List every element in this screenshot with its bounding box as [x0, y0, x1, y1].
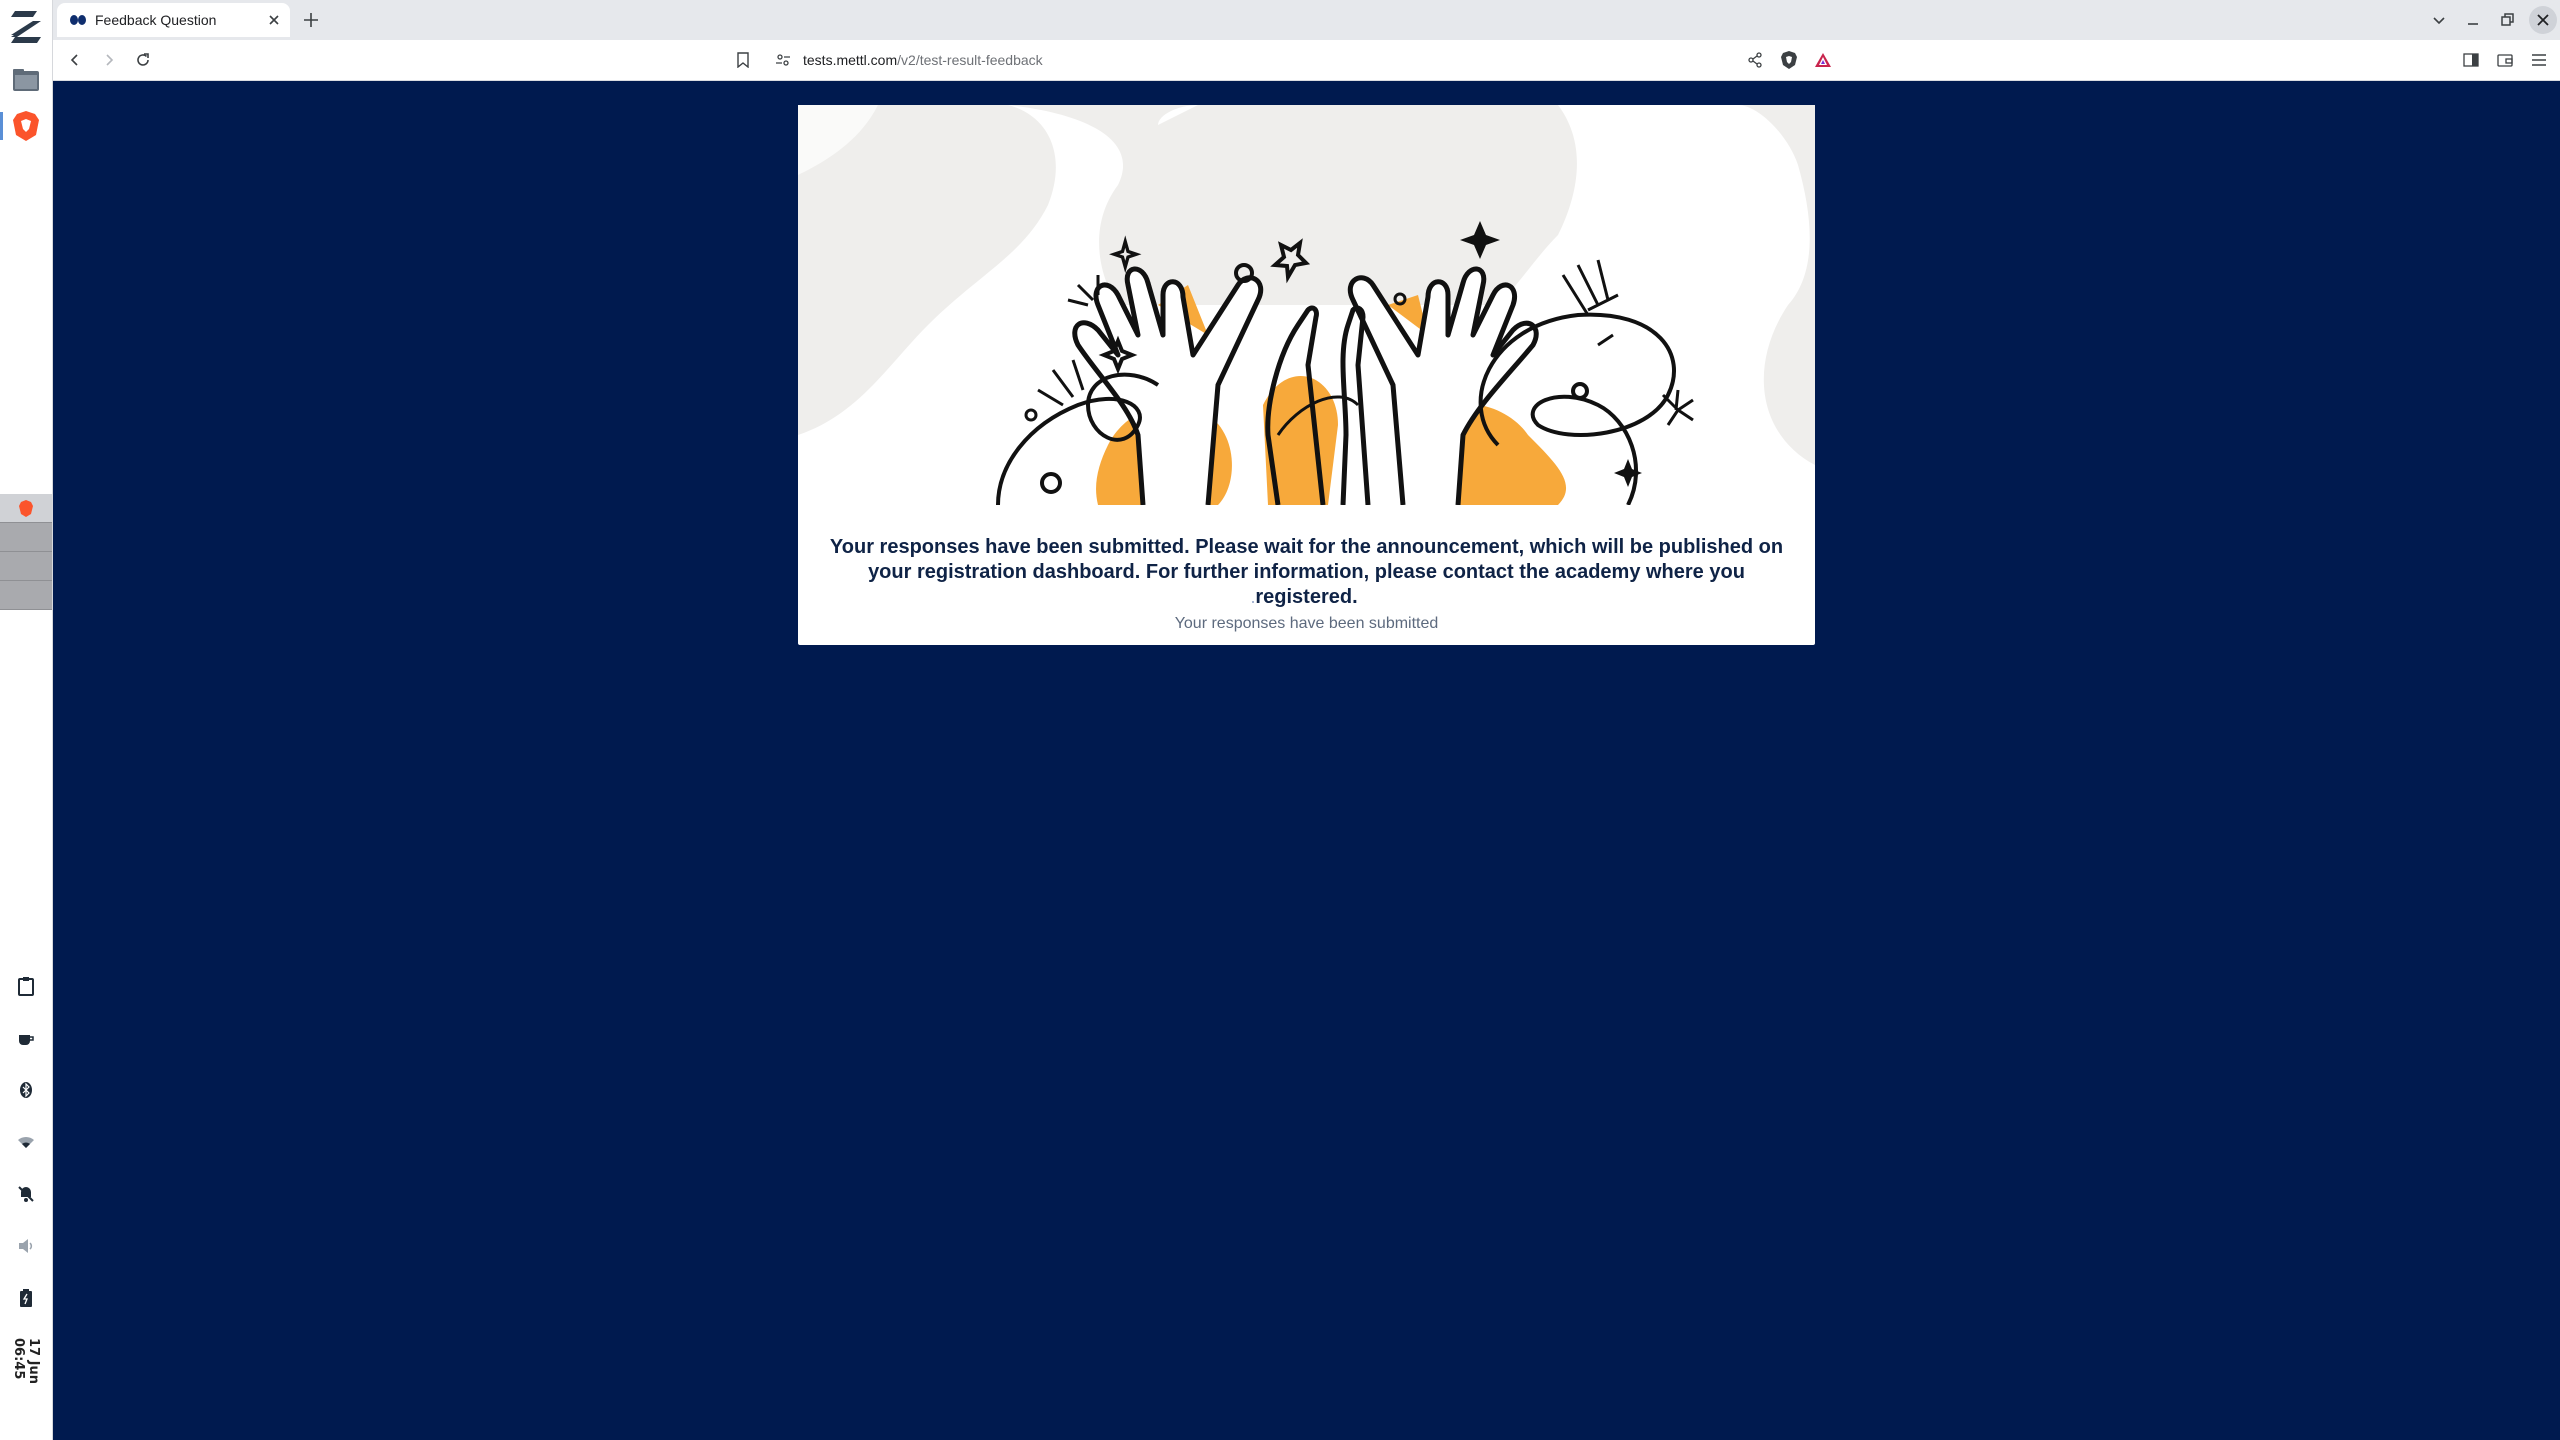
high-five-illustration: [798, 105, 1815, 505]
share-icon[interactable]: [1743, 48, 1767, 72]
coffee-icon[interactable]: [0, 1026, 52, 1050]
zorin-logo-icon[interactable]: [0, 6, 52, 46]
tab-bar: Feedback Question: [53, 0, 2560, 40]
feedback-card: Your responses have been submitted. Plea…: [798, 105, 1815, 645]
close-tab-icon[interactable]: [268, 14, 280, 26]
submission-sub-message: Your responses have been submitted: [1174, 615, 1439, 632]
clipboard-icon[interactable]: [0, 974, 52, 998]
wallet-icon[interactable]: [2493, 48, 2517, 72]
tray-item[interactable]: [0, 581, 52, 610]
tray-item[interactable]: [0, 552, 52, 581]
clock[interactable]: 17 Jun 06:45: [10, 1338, 42, 1428]
volume-icon[interactable]: [0, 1234, 52, 1258]
page-body: Your responses have been submitted. Plea…: [53, 81, 2560, 1440]
files-icon[interactable]: [0, 62, 52, 98]
sidebar-toggle-icon[interactable]: [2459, 48, 2483, 72]
loading-dot: [1252, 601, 1254, 603]
mettl-favicon-icon: [70, 15, 86, 25]
tray-brave-item[interactable]: [0, 494, 52, 523]
restore-icon[interactable]: [2497, 10, 2517, 30]
tray-item[interactable]: [0, 523, 52, 552]
battery-icon[interactable]: [0, 1286, 52, 1310]
close-window-icon[interactable]: [2529, 6, 2557, 34]
url-host: tests.mettl.com: [803, 52, 898, 68]
new-tab-icon[interactable]: [301, 10, 321, 30]
submission-message: Your responses have been submitted. Plea…: [829, 536, 1784, 608]
wifi-icon[interactable]: [0, 1130, 52, 1154]
tab-feedback-question[interactable]: Feedback Question: [57, 3, 290, 37]
os-side-panel: 17 Jun 06:45: [0, 0, 53, 1440]
brave-rewards-icon[interactable]: [1811, 48, 1835, 72]
brave-browser-icon[interactable]: [0, 106, 52, 146]
back-icon[interactable]: [63, 48, 87, 72]
browser-toolbar: tests.mettl.com/v2/test-result-feedback: [53, 40, 2560, 81]
bookmark-icon[interactable]: [731, 48, 755, 72]
bluetooth-icon[interactable]: [0, 1078, 52, 1102]
tab-search-chevron-down-icon[interactable]: [2429, 10, 2449, 30]
menu-icon[interactable]: [2527, 48, 2551, 72]
url-path: /v2/test-result-feedback: [897, 52, 1043, 68]
forward-icon[interactable]: [97, 48, 121, 72]
minimize-icon[interactable]: [2463, 10, 2483, 30]
address-bar[interactable]: tests.mettl.com/v2/test-result-feedback: [769, 45, 1909, 75]
notifications-off-icon[interactable]: [0, 1182, 52, 1206]
brave-shields-icon[interactable]: [1777, 48, 1801, 72]
site-info-icon[interactable]: [775, 52, 791, 68]
tab-title: Feedback Question: [95, 12, 217, 28]
reload-icon[interactable]: [131, 48, 155, 72]
